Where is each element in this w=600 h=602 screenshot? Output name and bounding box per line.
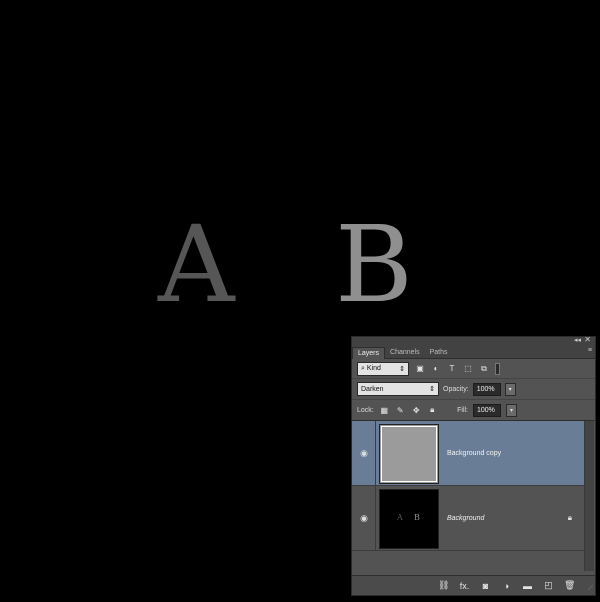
panel-bottom-bar: ⛓ fx. ◙ ◑ ▬ ◰ 🗑︎ ⟋ xyxy=(352,575,595,595)
opacity-dropdown-icon[interactable]: ▾ xyxy=(504,382,516,396)
trash-icon[interactable]: 🗑︎ xyxy=(564,580,575,591)
blend-mode-value: Darken xyxy=(361,385,384,393)
layers-panel: ◂◂ ✕ Layers Channels Paths ≡ ⌕ Kind ⇕ ▣ … xyxy=(351,335,596,596)
thumb-letter-b: B xyxy=(414,513,420,522)
layer-row-background[interactable]: ◉ A B Background 🔒︎ xyxy=(352,486,584,551)
fill-field[interactable]: 100% xyxy=(473,403,501,417)
tab-layers[interactable]: Layers xyxy=(352,347,386,359)
smart-object-filter-icon[interactable]: ⧉ xyxy=(479,364,489,374)
blend-mode-select[interactable]: Darken ⇕ xyxy=(357,382,439,396)
layer-name[interactable]: Background xyxy=(447,515,484,522)
thumb-letter-a: A xyxy=(397,513,403,522)
shape-filter-icon[interactable]: ⬚ xyxy=(463,364,473,374)
adjustment-layer-icon[interactable]: ◑ xyxy=(501,581,512,591)
filter-kind-select[interactable]: ⌕ Kind ⇕ xyxy=(357,361,409,376)
lock-row: Lock: ▦ ✎ ✥ 🔒︎ Fill: 100% ▾ xyxy=(352,400,595,421)
canvas-letter-a: A xyxy=(158,203,235,326)
eye-icon[interactable]: ◉ xyxy=(352,513,376,524)
panel-tabs: Layers Channels Paths ≡ xyxy=(352,345,595,359)
opacity-label: Opacity: xyxy=(443,385,469,393)
lock-label: Lock: xyxy=(357,406,374,414)
add-mask-icon[interactable]: ◙ xyxy=(480,581,491,591)
eye-icon[interactable]: ◉ xyxy=(352,448,376,459)
layers-list: ◉ Background copy ◉ A B Background 🔒︎ xyxy=(352,421,595,571)
select-arrows-icon: ⇕ xyxy=(429,386,435,393)
tab-paths[interactable]: Paths xyxy=(425,347,453,358)
collapse-panel-icon[interactable]: ◂◂ xyxy=(574,336,581,344)
layer-filter-row: ⌕ Kind ⇕ ▣ ◐ T ⬚ ⧉ xyxy=(352,359,595,379)
blend-row: Darken ⇕ Opacity: 100% ▾ xyxy=(352,379,595,400)
layer-thumbnail[interactable] xyxy=(379,424,439,484)
fx-icon[interactable]: fx. xyxy=(459,581,470,591)
fill-dropdown-icon[interactable]: ▾ xyxy=(506,403,517,417)
select-arrows-icon: ⇕ xyxy=(399,365,405,373)
opacity-field[interactable]: 100% xyxy=(472,382,501,396)
layers-scrollbar[interactable] xyxy=(584,421,594,571)
close-panel-icon[interactable]: ✕ xyxy=(584,335,591,344)
filter-toggle[interactable] xyxy=(495,362,500,375)
lock-transparent-icon[interactable]: ▦ xyxy=(379,405,390,416)
search-icon: ⌕ xyxy=(361,364,365,372)
lock-all-icon[interactable]: 🔒︎ xyxy=(427,405,438,416)
layer-row-background-copy[interactable]: ◉ Background copy xyxy=(352,421,584,486)
resize-grip-icon[interactable]: ⟋ xyxy=(588,585,593,593)
canvas-letter-b: B xyxy=(335,203,413,326)
layer-lock-icon: 🔒︎ xyxy=(567,513,572,522)
layer-thumbnail[interactable]: A B xyxy=(379,489,439,549)
lock-paint-icon[interactable]: ✎ xyxy=(395,405,406,416)
adjustment-filter-icon[interactable]: ◐ xyxy=(431,364,441,374)
lock-position-icon[interactable]: ✥ xyxy=(411,405,422,416)
link-layers-icon[interactable]: ⛓ xyxy=(438,580,449,591)
type-filter-icon[interactable]: T xyxy=(447,364,457,374)
kind-label: Kind xyxy=(366,364,381,372)
panel-topbar: ◂◂ ✕ xyxy=(352,335,595,345)
layer-name[interactable]: Background copy xyxy=(447,450,501,457)
image-filter-icon[interactable]: ▣ xyxy=(415,364,425,374)
new-group-icon[interactable]: ▬ xyxy=(522,581,533,591)
fill-label: Fill: xyxy=(457,406,468,414)
new-layer-icon[interactable]: ◰ xyxy=(543,580,554,591)
panel-menu-icon[interactable]: ≡ xyxy=(588,347,592,354)
tab-channels[interactable]: Channels xyxy=(385,347,425,358)
